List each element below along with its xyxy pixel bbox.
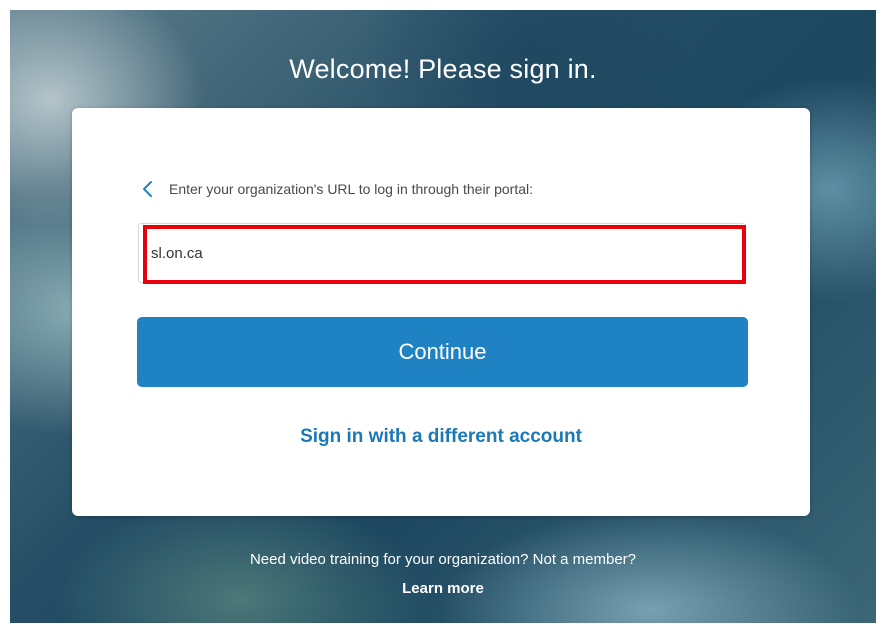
- learn-more-link[interactable]: Learn more: [10, 580, 876, 597]
- footer-text: Need video training for your organizatio…: [249, 551, 637, 568]
- sign-in-different-account-link[interactable]: Sign in with a different account: [72, 426, 810, 448]
- sign-in-card: Enter your organization's URL to log in …: [72, 108, 810, 516]
- chevron-left-icon[interactable]: [137, 178, 159, 200]
- continue-button[interactable]: Continue: [137, 317, 748, 387]
- organization-url-input[interactable]: [151, 224, 731, 282]
- login-screen: Welcome! Please sign in. Enter your orga…: [10, 10, 876, 623]
- page-title: Welcome! Please sign in.: [289, 54, 597, 84]
- prompt-row: Enter your organization's URL to log in …: [137, 178, 533, 200]
- prompt-text: Enter your organization's URL to log in …: [169, 181, 534, 197]
- url-field-container: [138, 223, 746, 283]
